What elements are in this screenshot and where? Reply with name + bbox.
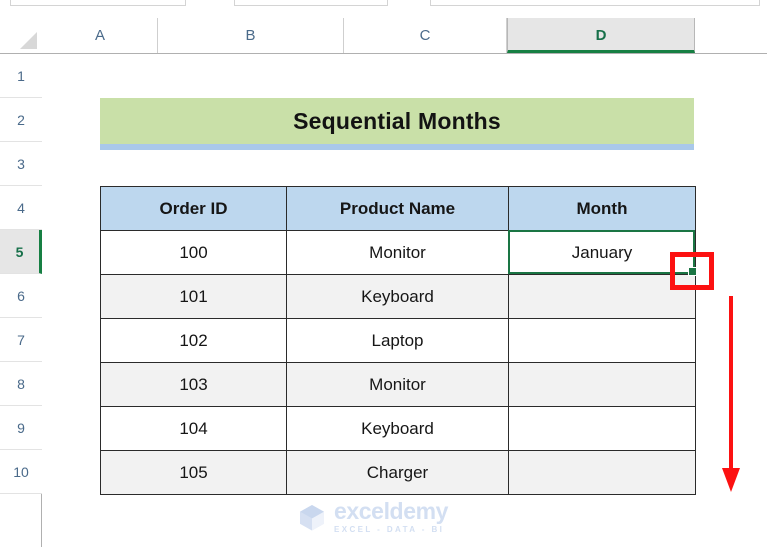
cell-month[interactable]: [508, 362, 696, 407]
exceldemy-logo-icon: [300, 505, 324, 531]
row-header-7-label: 7: [17, 332, 25, 348]
row-header-5[interactable]: 5: [0, 230, 42, 274]
annotation-box-fill-handle: [670, 252, 714, 290]
annotation-arrow-down-icon: [722, 296, 740, 492]
spreadsheet-screenshot: A B C D 1 2 3 4 5 6 7 8 9 10 Sequential …: [0, 0, 767, 547]
watermark-text: exceldemy EXCEL - DATA - BI: [334, 500, 448, 534]
select-all-corner[interactable]: [0, 18, 42, 53]
column-header-c[interactable]: C: [344, 18, 507, 53]
sheet-title-banner[interactable]: Sequential Months: [100, 98, 694, 144]
column-header-band: A B C D: [0, 18, 767, 54]
row-header-8[interactable]: 8: [0, 362, 42, 406]
column-header-a[interactable]: A: [43, 18, 158, 53]
table-row: 105 Charger: [100, 450, 696, 495]
cell-month[interactable]: January: [508, 230, 696, 275]
cell-order-id[interactable]: 103: [100, 362, 287, 407]
row-header-10-label: 10: [13, 464, 29, 480]
row-header-7[interactable]: 7: [0, 318, 42, 362]
table-row: 103 Monitor: [100, 362, 696, 407]
row-header-8-label: 8: [17, 376, 25, 392]
cell-order-id[interactable]: 105: [100, 450, 287, 495]
cell-product[interactable]: Laptop: [286, 318, 509, 363]
row-header-9[interactable]: 9: [0, 406, 42, 450]
column-header-b[interactable]: B: [158, 18, 344, 53]
cell-order-id[interactable]: 101: [100, 274, 287, 319]
cell-product[interactable]: Charger: [286, 450, 509, 495]
column-header-order-id[interactable]: Order ID: [100, 186, 287, 231]
table-row: 100 Monitor January: [100, 230, 696, 275]
cell-order-id[interactable]: 104: [100, 406, 287, 451]
cell-order-id[interactable]: 102: [100, 318, 287, 363]
table-row: 101 Keyboard: [100, 274, 696, 319]
row-header-9-label: 9: [17, 420, 25, 436]
watermark-brand: exceldemy: [334, 498, 449, 524]
cell-month[interactable]: [508, 274, 696, 319]
column-header-product-name[interactable]: Product Name: [286, 186, 509, 231]
cell-order-id[interactable]: 100: [100, 230, 287, 275]
ribbon-fragment-strip: [0, 0, 767, 14]
cell-product[interactable]: Monitor: [286, 362, 509, 407]
table-row: 104 Keyboard: [100, 406, 696, 451]
watermark: exceldemy EXCEL - DATA - BI: [297, 500, 448, 534]
column-header-d[interactable]: D: [507, 18, 695, 53]
cell-month[interactable]: [508, 318, 696, 363]
ribbon-group-box-3[interactable]: [430, 0, 760, 6]
cell-product[interactable]: Keyboard: [286, 274, 509, 319]
cell-month[interactable]: [508, 450, 696, 495]
row-header-3-label: 3: [17, 156, 25, 172]
row-header-2-label: 2: [17, 112, 25, 128]
row-header-10[interactable]: 10: [0, 450, 42, 494]
select-all-triangle-icon: [20, 32, 37, 49]
table-header-row: Order ID Product Name Month: [100, 186, 696, 231]
row-header-1-label: 1: [17, 68, 25, 84]
cell-product[interactable]: Keyboard: [286, 406, 509, 451]
cell-month[interactable]: [508, 406, 696, 451]
row-header-5-label: 5: [15, 244, 24, 260]
row-header-4[interactable]: 4: [0, 186, 42, 230]
page-title: Sequential Months: [293, 107, 501, 134]
data-table: Order ID Product Name Month 100 Monitor …: [100, 186, 696, 495]
cell-product[interactable]: Monitor: [286, 230, 509, 275]
row-header-6[interactable]: 6: [0, 274, 42, 318]
row-header-4-label: 4: [17, 200, 25, 216]
row-header-6-label: 6: [17, 288, 25, 304]
watermark-tagline: EXCEL - DATA - BI: [334, 525, 445, 534]
table-row: 102 Laptop: [100, 318, 696, 363]
ribbon-group-box-2[interactable]: [234, 0, 388, 6]
title-underline-bar: [100, 144, 694, 150]
row-header-column: 1 2 3 4 5 6 7 8 9 10: [0, 54, 42, 547]
row-header-2[interactable]: 2: [0, 98, 42, 142]
ribbon-group-box-1[interactable]: [10, 0, 186, 6]
column-header-month[interactable]: Month: [508, 186, 696, 231]
row-header-3[interactable]: 3: [0, 142, 42, 186]
row-header-1[interactable]: 1: [0, 54, 42, 98]
